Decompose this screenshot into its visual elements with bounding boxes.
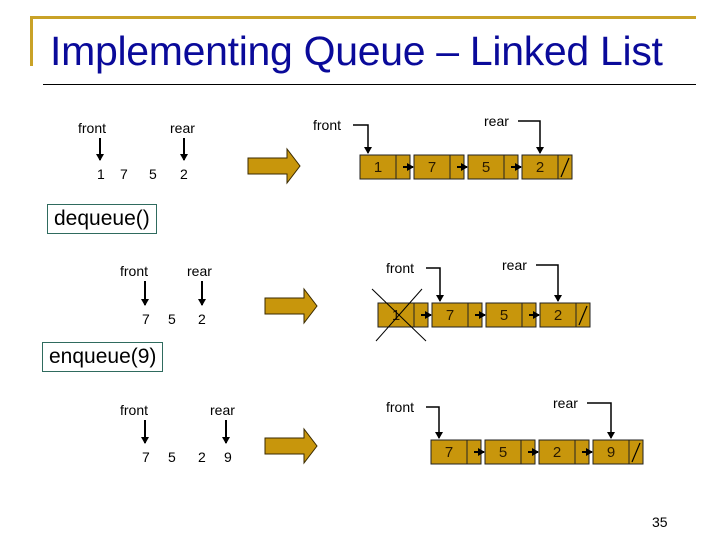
- linked-rear-arrow: [518, 120, 544, 154]
- linked-rear-label: rear: [502, 257, 527, 273]
- linked-front-arrow: [426, 267, 444, 302]
- linked-rear-arrow: [587, 402, 615, 439]
- node-value: 2: [536, 159, 544, 176]
- linked-front-label: front: [386, 399, 414, 415]
- node-value: 5: [499, 444, 507, 461]
- node-value: 2: [554, 307, 562, 324]
- node-value: 7: [445, 444, 453, 461]
- linked-front-arrow: [353, 124, 372, 154]
- diagram-canvas: 1 7 5 2front rear1 7 5 2front rear7 5 2 9front rear: [96, 113, 644, 465]
- node-value: 1: [374, 159, 382, 176]
- node-value: 2: [553, 444, 561, 461]
- linked-rear-label: rear: [553, 395, 578, 411]
- linked-front-arrow: [426, 406, 443, 439]
- node-value: 9: [607, 444, 615, 461]
- linked-front-label: front: [386, 260, 414, 276]
- linked-rear-label: rear: [484, 113, 509, 129]
- node-value: 5: [500, 307, 508, 324]
- transition-arrow-icon: [247, 147, 301, 185]
- transition-arrow-icon: [264, 427, 318, 465]
- abstract-pointer-arrows: [96, 138, 230, 444]
- linked-front-label: front: [313, 117, 341, 133]
- linked-rear-arrow: [536, 264, 562, 302]
- node-value: 5: [482, 159, 490, 176]
- node-value: 7: [428, 159, 436, 176]
- node-value: 7: [446, 307, 454, 324]
- transition-arrow-icon: [264, 287, 318, 325]
